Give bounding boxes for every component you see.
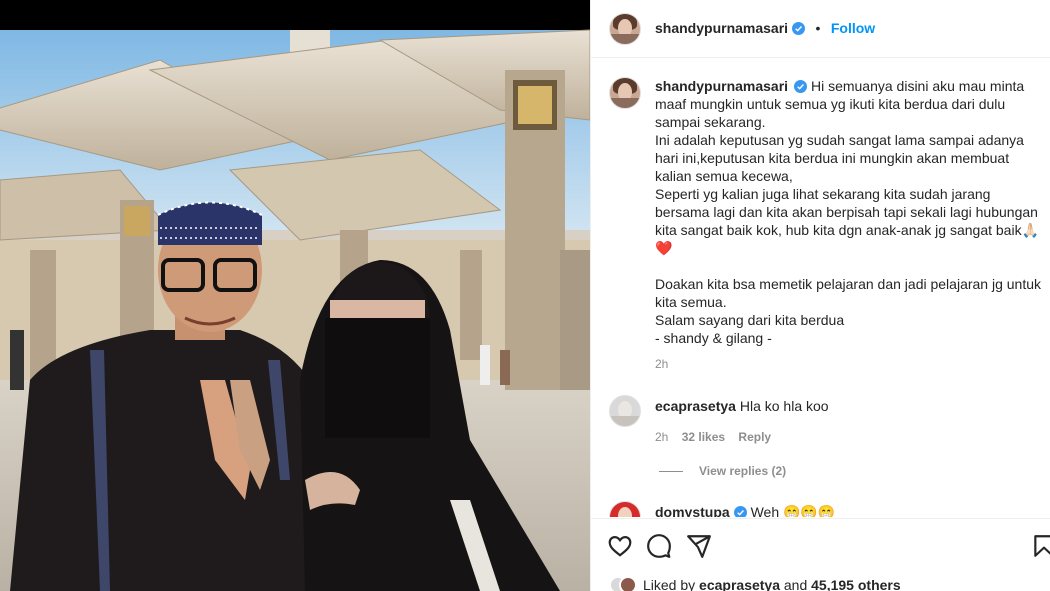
post-caption: shandypurnamasari Hi semuanya disini aku… xyxy=(655,77,1047,347)
author-avatar[interactable] xyxy=(609,13,641,45)
view-replies-button[interactable]: View replies (2) xyxy=(659,464,786,478)
header-row: shandypurnamasari • Follow xyxy=(655,20,875,38)
comment-row: domystupa Weh 😁😁😁 xyxy=(655,503,835,517)
comment-username[interactable]: ecaprasetya xyxy=(655,398,736,414)
caption-text-line: Seperti yg kalian juga lihat sekarang ki… xyxy=(655,186,1040,256)
comments-list[interactable]: shandypurnamasari Hi semuanya disini aku… xyxy=(591,59,1050,517)
photo-illustration xyxy=(0,0,590,591)
comment-text: Weh 😁😁😁 xyxy=(750,504,836,517)
bookmark-icon[interactable] xyxy=(1031,533,1050,559)
caption-text-line: Ini adalah keputusan yg sudah sangat lam… xyxy=(655,132,1024,184)
comment-avatar[interactable] xyxy=(609,501,641,517)
liked-prefix: Liked by xyxy=(643,577,696,591)
liked-count[interactable]: 45,195 others xyxy=(811,577,901,591)
post-actions: Liked by ecaprasetya and 45,195 others xyxy=(591,518,1050,591)
comment-username[interactable]: domystupa xyxy=(655,504,730,517)
post-side-panel: shandypurnamasari • Follow · shandypurna… xyxy=(590,0,1050,591)
verified-badge-icon xyxy=(733,506,747,517)
caption-timestamp[interactable]: 2h xyxy=(655,357,668,371)
caption-username[interactable]: shandypurnamasari xyxy=(655,78,788,94)
heart-icon[interactable] xyxy=(607,533,633,559)
author-username[interactable]: shandypurnamasari xyxy=(655,20,788,36)
comment-meta: 2h 32 likes Reply xyxy=(655,430,781,444)
post-header: shandypurnamasari • Follow · xyxy=(591,0,1050,58)
liked-by-summary[interactable]: Liked by ecaprasetya and 45,195 others xyxy=(609,576,901,591)
comment-row: ecaprasetya Hla ko hla koo xyxy=(655,397,829,415)
comment-time[interactable]: 2h xyxy=(655,430,668,444)
caption-text-line: Salam sayang dari kita berdua xyxy=(655,312,845,328)
verified-badge-icon xyxy=(794,80,808,93)
liker-avatar xyxy=(619,576,637,591)
share-icon[interactable] xyxy=(686,533,712,559)
caption-text-line: Doakan kita bsa memetik pelajaran dan ja… xyxy=(655,276,1042,310)
follow-button[interactable]: Follow xyxy=(831,20,875,36)
comment-reply-button[interactable]: Reply xyxy=(738,430,771,444)
liked-and: and xyxy=(783,577,808,591)
view-replies-label: View replies (2) xyxy=(699,464,787,478)
caption-avatar[interactable] xyxy=(609,77,641,109)
comment-text: Hla ko hla koo xyxy=(739,398,829,414)
caption-text-line: - shandy & gilang - xyxy=(655,330,772,346)
liked-user[interactable]: ecaprasetya xyxy=(699,577,780,591)
verified-badge-icon xyxy=(792,22,806,35)
separator-dot: • xyxy=(815,20,821,36)
comment-likes[interactable]: 32 likes xyxy=(682,430,725,444)
comment-avatar[interactable] xyxy=(609,395,641,427)
post-photo[interactable] xyxy=(0,0,590,591)
view-replies-line xyxy=(659,471,683,473)
comment-icon[interactable] xyxy=(646,533,672,559)
